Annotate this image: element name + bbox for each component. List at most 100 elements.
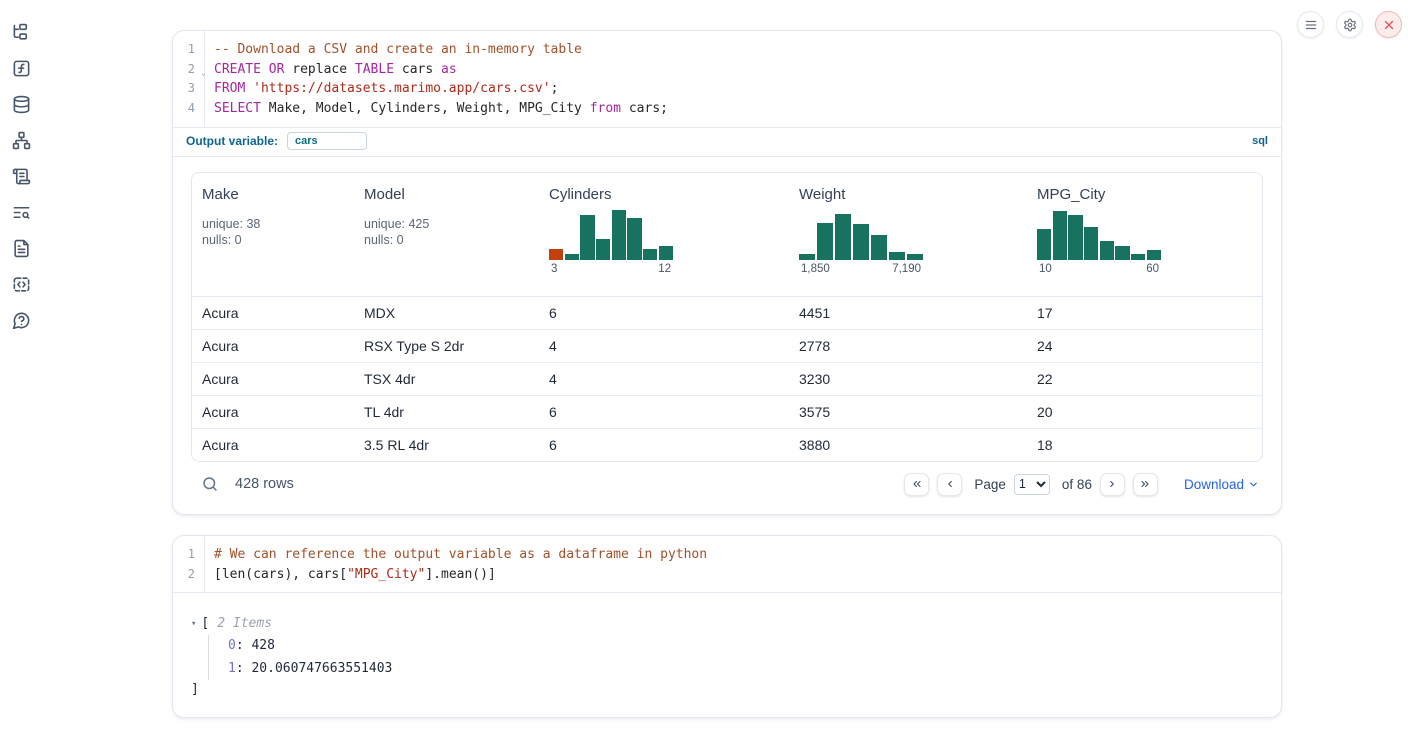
table-cell: 18 — [1027, 429, 1262, 461]
table-cell: 4 — [539, 330, 789, 362]
table-cell: 6 — [539, 396, 789, 428]
close-bracket: ] — [191, 682, 1263, 697]
histogram-bar — [1115, 246, 1129, 260]
column-name[interactable]: Model — [364, 186, 529, 203]
row-count: 428 rows — [235, 476, 294, 492]
table-footer: 428 rows Page 1 of 86 — [191, 462, 1263, 504]
column-histogram[interactable]: 1060 — [1037, 208, 1161, 275]
table-cell: 3880 — [789, 429, 1027, 461]
download-button[interactable]: Download — [1184, 477, 1259, 492]
database-icon[interactable] — [12, 95, 31, 114]
output-variable-input[interactable] — [287, 132, 367, 150]
help-icon[interactable] — [12, 311, 31, 330]
line-number: 4 — [173, 99, 204, 119]
close-icon — [1382, 18, 1396, 32]
null-count: nulls: 0 — [202, 232, 344, 249]
column-name[interactable]: Cylinders — [549, 186, 779, 203]
documentation-icon[interactable] — [12, 239, 31, 258]
settings-button[interactable] — [1336, 11, 1363, 38]
table-cell: 6 — [539, 429, 789, 461]
next-page-button[interactable] — [1100, 473, 1125, 496]
sql-code-editor[interactable]: 1-- Download a CSV and create an in-memo… — [173, 31, 1281, 127]
prev-page-button[interactable] — [937, 473, 962, 496]
unique-count: unique: 425 — [364, 216, 529, 233]
column-name[interactable]: Make — [202, 186, 344, 203]
histogram-bar — [1053, 211, 1067, 259]
function-icon[interactable] — [12, 59, 31, 78]
column-header: Makeunique: 38nulls: 0 — [192, 173, 354, 296]
histogram-bars — [549, 208, 673, 260]
histogram-axis-labels: 1,8507,190 — [799, 263, 923, 275]
table-cell: 22 — [1027, 363, 1262, 395]
column-histogram[interactable]: 312 — [549, 208, 673, 275]
token-plain: [len(cars), cars[ — [214, 567, 347, 582]
items-count-label: 2 Items — [217, 616, 272, 631]
token-string: 'https://datasets.marimo.app/cars.csv' — [253, 81, 550, 96]
tree-root: ▾ [ 2 Items — [191, 616, 1263, 631]
collapse-chevron-icon[interactable]: ▾ — [191, 619, 196, 629]
tree-item: 0: 428 — [228, 635, 1263, 658]
code-line: 2⌄CREATE OR replace TABLE cars as — [173, 60, 1281, 80]
histogram-bar — [580, 215, 594, 260]
logs-search-icon[interactable] — [12, 203, 31, 222]
download-label: Download — [1184, 477, 1244, 492]
list-output-tree: ▾ [ 2 Items 0: 4281: 20.060747663551403 … — [191, 608, 1263, 707]
column-header: Model unique: 425nulls: 0 — [354, 173, 539, 296]
file-tree-icon[interactable] — [12, 23, 31, 42]
code-text: CREATE OR replace TABLE cars as — [204, 60, 457, 80]
code-text: # We can reference the output variable a… — [204, 545, 707, 565]
column-name[interactable]: Weight — [799, 186, 1017, 203]
page-total-label: of 86 — [1062, 477, 1092, 492]
table-cell: 4451 — [789, 297, 1027, 329]
language-badge[interactable]: sql — [1252, 135, 1268, 147]
first-page-button[interactable] — [904, 473, 929, 496]
code-line: 2[len(cars), cars["MPG_City"].mean()] — [173, 565, 1281, 585]
column-name[interactable]: MPG_City — [1037, 186, 1252, 203]
token-plain: ].mean()] — [425, 567, 495, 582]
menu-button[interactable] — [1297, 11, 1324, 38]
chevrons-left-icon — [911, 478, 923, 490]
token-keyword: FROM — [214, 81, 245, 96]
search-icon[interactable] — [201, 475, 219, 493]
column-histogram[interactable]: 1,8507,190 — [799, 208, 923, 275]
hamburger-icon — [1304, 18, 1318, 32]
chevron-down-icon — [1248, 479, 1259, 490]
table-cell: Acura — [192, 429, 354, 461]
python-cell-output: ▾ [ 2 Items 0: 4281: 20.060747663551403 … — [173, 592, 1281, 717]
table-header-row: Makeunique: 38nulls: 0Modelunique: 425nu… — [192, 173, 1262, 297]
dependency-graph-icon[interactable] — [12, 131, 31, 150]
code-line: 1# We can reference the output variable … — [173, 545, 1281, 565]
table-cell: 17 — [1027, 297, 1262, 329]
chevron-right-icon — [1106, 478, 1118, 490]
axis-max-label: 60 — [1146, 263, 1159, 275]
shutdown-button[interactable] — [1375, 11, 1402, 38]
token-plain: Make, Model, Cylinders, Weight, MPG_City — [261, 101, 590, 116]
page-select[interactable]: 1 — [1014, 474, 1050, 495]
snippets-icon[interactable] — [12, 275, 31, 294]
token-keyword: from — [590, 101, 621, 116]
python-code-editor[interactable]: 1# We can reference the output variable … — [173, 536, 1281, 592]
code-text: FROM 'https://datasets.marimo.app/cars.c… — [204, 79, 558, 99]
histogram-axis-labels: 312 — [549, 263, 673, 275]
item-value: 428 — [251, 638, 274, 653]
table-cell: Acura — [192, 363, 354, 395]
table-row: AcuraRSX Type S 2dr4277824 — [192, 330, 1262, 363]
table-row: AcuraTSX 4dr4323022 — [192, 363, 1262, 396]
histogram-bars — [1037, 208, 1161, 260]
code-line: 4 SELECT Make, Model, Cylinders, Weight, … — [173, 99, 1281, 119]
token-plain — [245, 81, 253, 96]
token-plain: replace — [284, 62, 354, 77]
histogram-bar — [1131, 254, 1145, 260]
histogram-bar — [1100, 241, 1114, 260]
histogram-bar — [853, 224, 869, 259]
histogram-bars — [799, 208, 923, 260]
null-count: nulls: 0 — [364, 232, 529, 249]
last-page-button[interactable] — [1133, 473, 1158, 496]
scratchpad-icon[interactable] — [12, 167, 31, 186]
line-number: 3 — [173, 79, 204, 99]
table-cell: 3230 — [789, 363, 1027, 395]
table-cell: RSX Type S 2dr — [354, 330, 539, 362]
token-keyword: SELECT — [214, 101, 261, 116]
table-cell: 24 — [1027, 330, 1262, 362]
table-row: AcuraTL 4dr6357520 — [192, 396, 1262, 429]
